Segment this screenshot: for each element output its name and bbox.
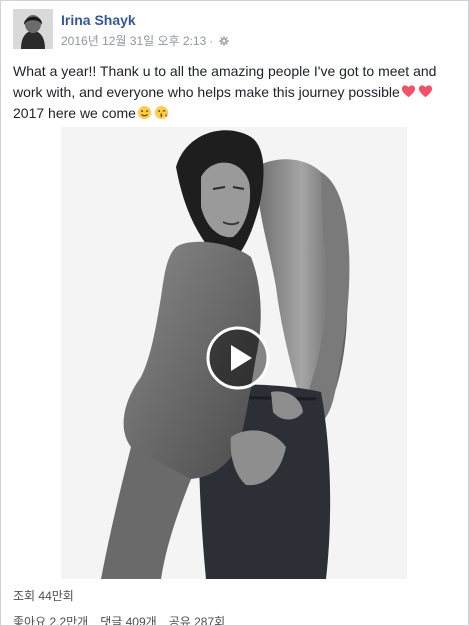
comments-count[interactable]: 댓글 409개	[100, 615, 156, 625]
meta-separator: ·	[209, 34, 214, 48]
post-meta: 2016년 12월 31일 오후 2:13 ·	[61, 32, 230, 49]
gear-icon[interactable]	[216, 36, 230, 48]
engagement-stats: 좋아요 2.2만개 댓글 409개 공유 287회	[13, 613, 225, 625]
post-text-segment: work with, and everyone who helps make t…	[13, 84, 400, 100]
post-text-line: 2017 here we come	[13, 103, 453, 124]
post-text-line: work with, and everyone who helps make t…	[13, 82, 453, 103]
post-text-line: What a year!! Thank u to all the amazing…	[13, 63, 437, 79]
heart-icon	[418, 85, 432, 98]
avatar[interactable]	[13, 9, 53, 49]
author-name[interactable]: Irina Shayk	[61, 12, 136, 28]
post-text: What a year!! Thank u to all the amazing…	[13, 61, 453, 124]
post-text-segment: 2017 here we come	[13, 105, 136, 121]
post-timestamp[interactable]: 2016년 12월 31일 오후 2:13	[61, 34, 206, 48]
heart-icon	[401, 85, 415, 98]
view-count: 조회 44만회	[13, 589, 74, 603]
likes-count[interactable]: 좋아요 2.2만개	[13, 615, 88, 625]
shares-count[interactable]: 공유 287회	[169, 615, 225, 625]
video-player[interactable]	[1, 127, 468, 579]
wink-face-icon	[137, 105, 152, 120]
play-icon[interactable]	[205, 325, 271, 391]
post-card: Irina Shayk 2016년 12월 31일 오후 2:13 · What …	[0, 0, 469, 626]
kiss-face-icon	[154, 105, 169, 120]
